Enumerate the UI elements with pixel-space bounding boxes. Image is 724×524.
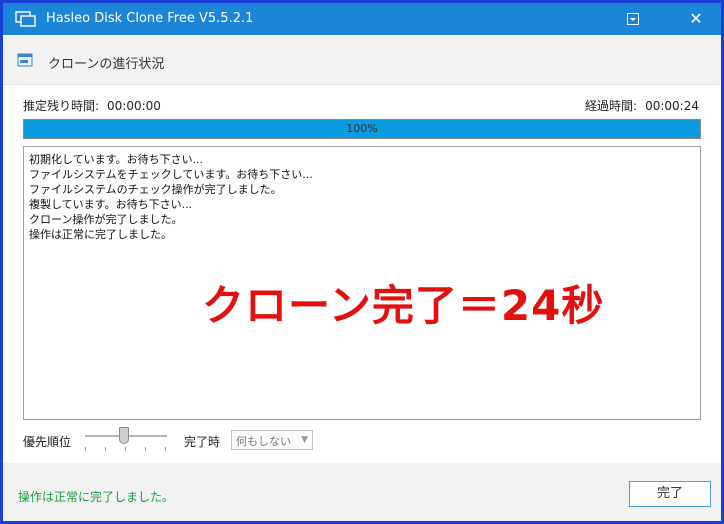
elapsed-time-label: 経過時間: (585, 99, 638, 113)
log-line: ファイルシステムのチェック操作が完了しました。 (29, 183, 282, 196)
slider-tick (105, 447, 106, 451)
header-band: クローンの進行状況 (3, 35, 721, 85)
page-title: クローンの進行状況 (48, 57, 165, 72)
dropdown-menu-icon (627, 13, 639, 25)
completion-label: 完了時 (184, 435, 221, 449)
slider-tick (165, 447, 166, 451)
elapsed-time-value: 00:00:24 (645, 99, 699, 113)
window-frame: Hasleo Disk Clone Free V5.5.2.1 ✕ クローンの進… (0, 0, 724, 524)
progress-page-icon (17, 53, 33, 67)
log-line: ファイルシステムをチェックしています。お待ち下さい... (29, 168, 313, 181)
log-line: クローン操作が完了しました。 (29, 213, 183, 226)
remaining-time: 推定残り時間: 00:00:00 (23, 97, 161, 114)
priority-label: 優先順位 (23, 435, 72, 449)
completion-action-select[interactable]: 何もしない ▼ (231, 430, 313, 450)
status-message: 操作は正常に完了しました。 (18, 490, 175, 504)
remaining-time-label: 推定残り時間: (23, 99, 100, 113)
log-line: 初期化しています。お待ち下さい... (29, 153, 204, 166)
progress-bar: 100% (23, 119, 701, 139)
log-line: 操作は正常に完了しました。 (29, 228, 172, 241)
elapsed-time: 経過時間: 00:00:24 (585, 97, 699, 114)
priority-slider[interactable] (83, 427, 169, 453)
window-title: Hasleo Disk Clone Free V5.5.2.1 (46, 11, 254, 26)
chevron-down-icon: ▼ (301, 435, 308, 445)
disk-clone-app-icon (15, 11, 36, 27)
slider-tick (125, 447, 126, 451)
log-lines: 初期化しています。お待ち下さい... ファイルシステムをチェックしています。お待ち… (29, 152, 313, 242)
log-box[interactable]: 初期化しています。お待ち下さい... ファイルシステムをチェックしています。お待ち… (23, 146, 701, 420)
footer: 操作は正常に完了しました。 完了 (3, 463, 721, 521)
title-bar: Hasleo Disk Clone Free V5.5.2.1 ✕ (3, 3, 721, 35)
close-icon: ✕ (689, 9, 703, 28)
remaining-time-value: 00:00:00 (107, 99, 161, 113)
dropdown-menu-button[interactable] (620, 7, 646, 31)
progress-percent: 100% (346, 122, 378, 135)
slider-thumb[interactable] (119, 427, 129, 444)
overlay-annotation: クローン完了＝24秒 (202, 281, 605, 330)
completion-action-value: 何もしない (236, 435, 291, 448)
slider-tick (145, 447, 146, 451)
slider-tick (85, 447, 86, 451)
log-line: 複製しています。お待ち下さい... (29, 198, 193, 211)
close-button[interactable]: ✕ (683, 7, 709, 31)
done-button[interactable]: 完了 (629, 481, 711, 507)
